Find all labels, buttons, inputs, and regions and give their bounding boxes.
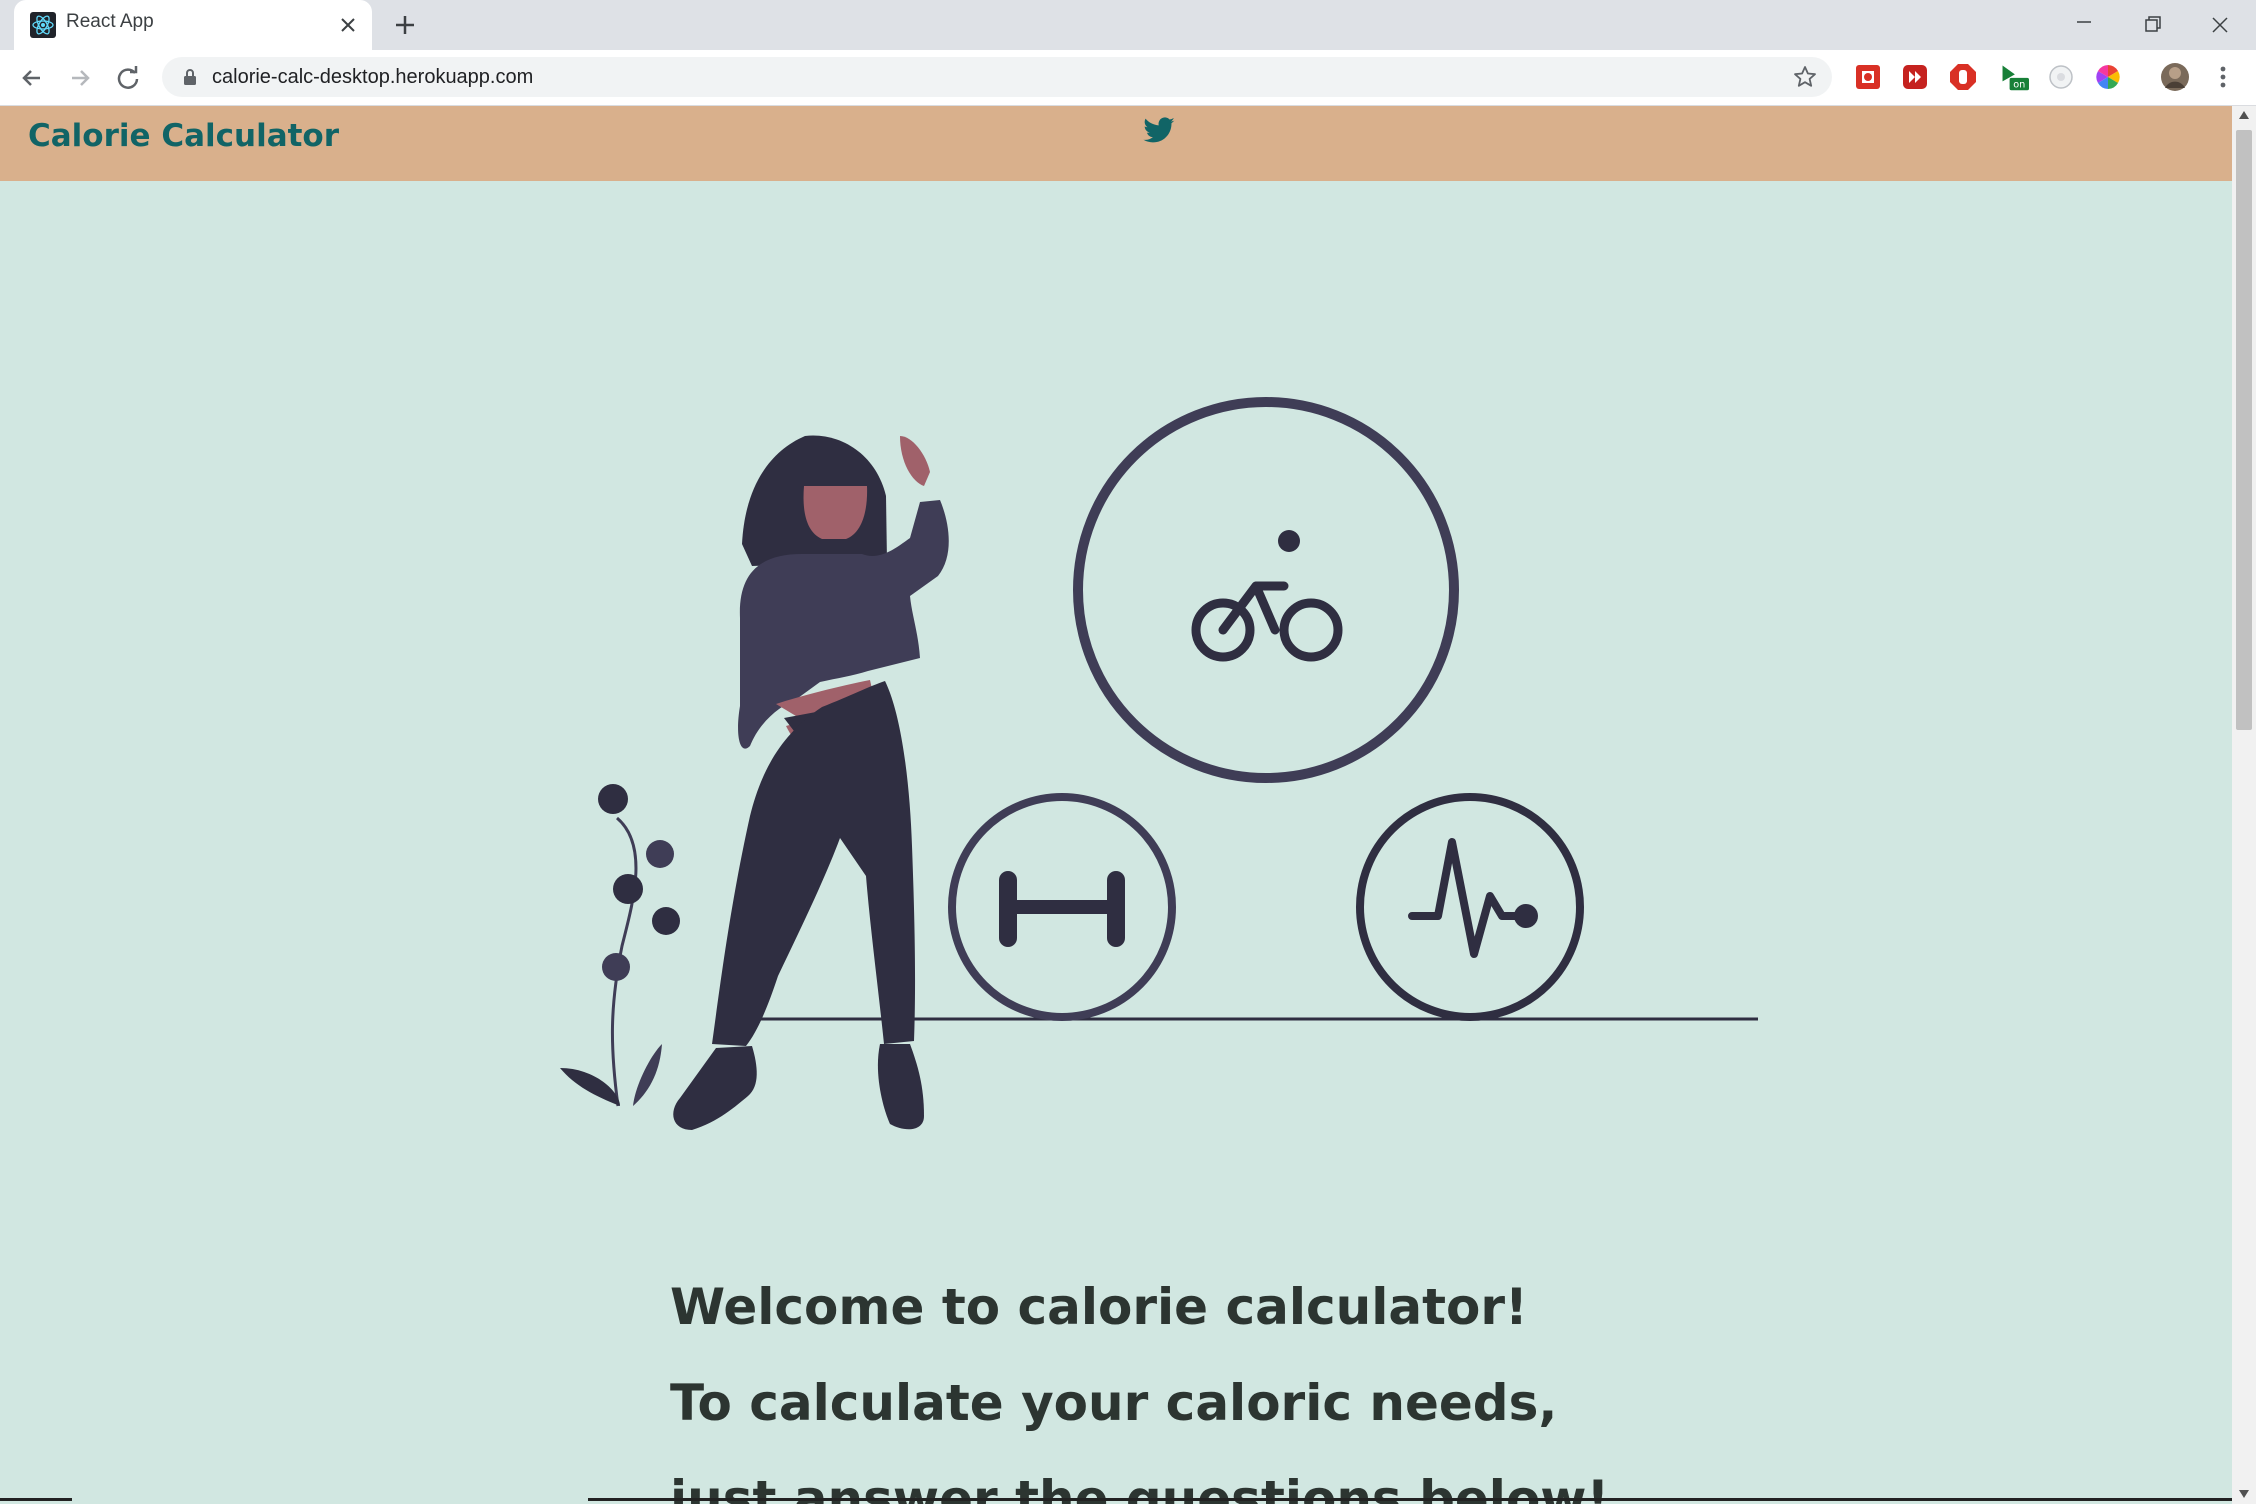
- extension-color-wheel-icon[interactable]: [2093, 62, 2123, 92]
- woman-illustration: [673, 435, 949, 1130]
- taskbar-edge-left: [0, 1498, 72, 1501]
- brand-title[interactable]: Calorie Calculator: [28, 118, 339, 154]
- heartbeat-icon: [1408, 838, 1538, 958]
- plant-illustration: [560, 784, 680, 1107]
- bookmark-star-icon[interactable]: [1792, 64, 1818, 90]
- address-bar[interactable]: calorie-calc-desktop.herokuapp.com: [162, 57, 1832, 97]
- browser-tab[interactable]: React App: [14, 0, 372, 50]
- new-tab-icon[interactable]: [390, 10, 420, 40]
- browser-toolbar: calorie-calc-desktop.herokuapp.com on: [0, 50, 2256, 106]
- taskbar-edge-right: [588, 1498, 2232, 1501]
- dumbbell-icon: [999, 871, 1125, 947]
- minimize-icon[interactable]: [2064, 8, 2104, 42]
- extension-red-square-icon[interactable]: [1853, 62, 1883, 92]
- reload-icon[interactable]: [112, 62, 144, 94]
- tab-strip: React App: [0, 0, 2256, 50]
- scrollbar-thumb[interactable]: [2236, 130, 2252, 730]
- extension-toggle-on-icon[interactable]: on: [1999, 62, 2029, 92]
- svg-text:on: on: [2013, 80, 2025, 91]
- bicycle-icon: [1191, 581, 1343, 662]
- extension-stop-hand-icon[interactable]: [1948, 62, 1978, 92]
- scroll-down-arrow-icon[interactable]: [2238, 1489, 2250, 1499]
- fitness-illustration: [560, 397, 1758, 1130]
- tab-title: React App: [66, 11, 154, 32]
- app-header: Calorie Calculator: [0, 106, 2232, 181]
- welcome-heading: Welcome to calorie calculator!: [670, 1278, 1528, 1336]
- back-icon[interactable]: [16, 62, 48, 94]
- profile-avatar[interactable]: [2160, 62, 2190, 92]
- welcome-section: Welcome to calorie calculator! To calcul…: [670, 1276, 1870, 1504]
- scroll-up-arrow-icon[interactable]: [2238, 110, 2250, 120]
- close-window-icon[interactable]: [2200, 8, 2240, 42]
- twitter-icon[interactable]: [1142, 114, 1176, 148]
- extension-forward-icon[interactable]: [1900, 62, 1930, 92]
- page-scrollbar[interactable]: [2232, 106, 2256, 1504]
- lock-icon: [184, 69, 196, 85]
- url-text: calorie-calc-desktop.herokuapp.com: [212, 66, 534, 88]
- react-favicon-icon: [30, 12, 56, 38]
- page-viewport: Calorie Calculator Welcome to calorie ca…: [0, 106, 2232, 1504]
- heartbeat-circle: [1356, 793, 1584, 1021]
- welcome-line-2: To calculate your caloric needs,: [670, 1374, 1558, 1432]
- extension-faded-icon[interactable]: [2046, 62, 2076, 92]
- close-tab-icon[interactable]: [334, 11, 362, 39]
- browser-menu-icon[interactable]: [2208, 62, 2238, 92]
- restore-icon[interactable]: [2132, 8, 2172, 42]
- forward-icon[interactable]: [64, 62, 96, 94]
